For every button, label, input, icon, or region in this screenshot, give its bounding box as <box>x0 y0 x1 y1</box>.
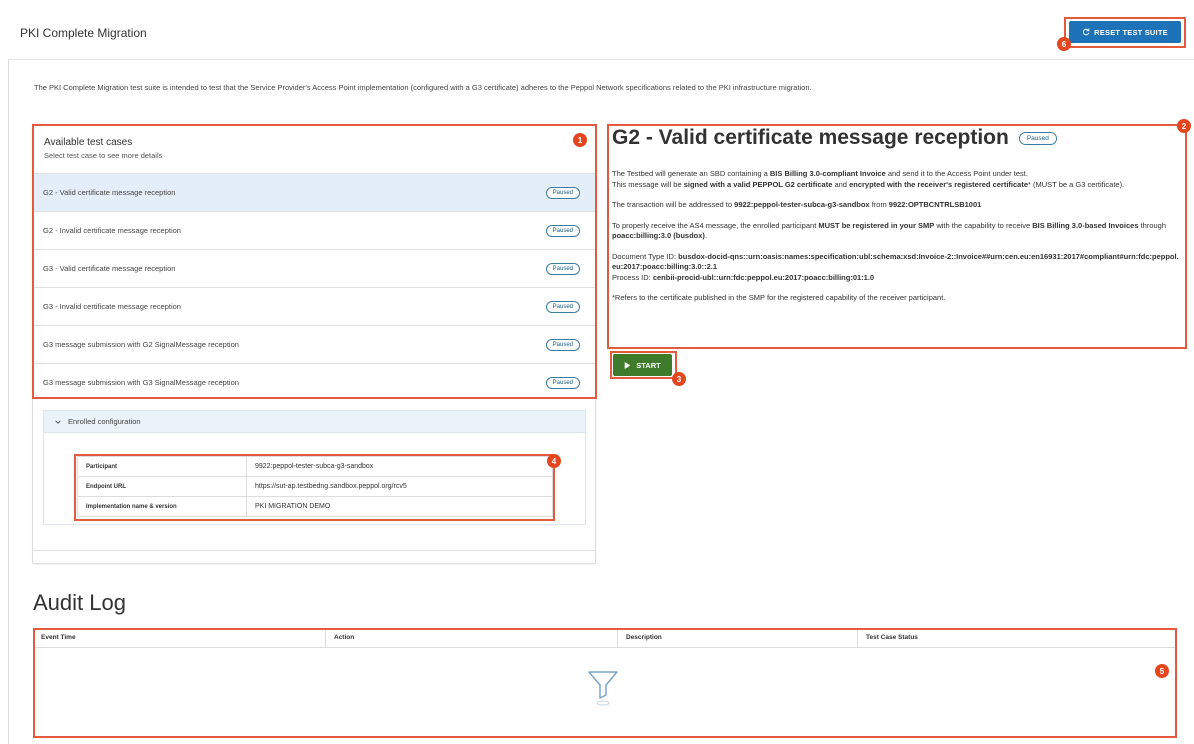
config-value: 9922:peppol-tester-subca-g3-sandbox <box>246 456 553 477</box>
table-row: Implementation name & version PKI MIGRATI… <box>77 496 553 517</box>
footnote: *Refers to the certificate published in … <box>612 293 946 302</box>
description-paragraph: The transaction will be addressed to 992… <box>612 200 982 209</box>
callout-badge-1: 1 <box>573 133 587 147</box>
panel-divider <box>33 550 596 551</box>
description-paragraph: Document Type ID: busdox-docid-qns::urn:… <box>612 251 1179 282</box>
callout-badge-6: 6 <box>1057 37 1071 51</box>
callout-badge-2: 2 <box>1177 119 1191 133</box>
test-case-row[interactable]: G2 - Valid certificate message reception… <box>33 173 596 211</box>
config-key: Implementation name & version <box>77 496 247 517</box>
test-cases-title: Available test cases <box>44 137 133 148</box>
audit-log-title: Audit Log <box>33 590 126 615</box>
status-badge: Paused <box>545 376 580 389</box>
column-header[interactable]: Description <box>618 630 858 647</box>
status-badge: Paused <box>545 262 580 275</box>
enrolled-configuration-title: Enrolled configuration <box>68 417 141 426</box>
description-paragraph: To properly receive the AS4 message, the… <box>612 220 1167 241</box>
test-case-row[interactable]: G3 - Invalid certificate message recepti… <box>33 287 596 325</box>
test-case-label: G3 - Valid certificate message reception <box>43 264 176 273</box>
play-icon <box>624 361 631 369</box>
enrolled-configuration-toggle[interactable]: Enrolled configuration <box>44 411 585 433</box>
test-case-label: G3 message submission with G3 SignalMess… <box>43 378 239 387</box>
callout-badge-3: 3 <box>672 372 686 386</box>
refresh-icon <box>1083 28 1090 36</box>
status-badge: Paused <box>545 338 580 351</box>
test-case-list: G2 - Valid certificate message reception… <box>33 173 596 401</box>
callout-badge-4: 4 <box>547 454 561 468</box>
page-header <box>8 8 1194 60</box>
audit-table-header: Event Time Action Description Test Case … <box>33 630 1176 648</box>
column-header[interactable]: Test Case Status <box>858 630 1176 647</box>
start-label: START <box>636 360 661 370</box>
detail-title-text: G2 - Valid certificate message reception <box>612 126 1009 149</box>
suite-description: The PKI Complete Migration test suite is… <box>34 83 812 92</box>
test-case-row[interactable]: G2 - Invalid certificate message recepti… <box>33 211 596 249</box>
test-case-label: G3 message submission with G2 SignalMess… <box>43 340 239 349</box>
test-case-row[interactable]: G3 - Valid certificate message reception… <box>33 249 596 287</box>
configuration-table: Participant 9922:peppol-tester-subca-g3-s… <box>77 456 553 517</box>
reset-test-suite-button[interactable]: RESET TEST SUITE <box>1069 21 1181 43</box>
column-header[interactable]: Event Time <box>33 630 326 647</box>
reset-label: RESET TEST SUITE <box>1094 27 1168 37</box>
column-header[interactable]: Action <box>326 630 618 647</box>
status-badge: Paused <box>1018 131 1057 145</box>
start-button[interactable]: START <box>613 354 672 376</box>
test-case-row[interactable]: G3 message submission with G2 SignalMess… <box>33 325 596 363</box>
test-case-detail-title: G2 - Valid certificate message reception… <box>612 126 1057 150</box>
test-case-row[interactable]: G3 message submission with G3 SignalMess… <box>33 363 596 401</box>
description-paragraph: The Testbed will generate an SBD contain… <box>612 169 1125 189</box>
test-case-label: G2 - Invalid certificate message recepti… <box>43 226 181 235</box>
status-badge: Paused <box>545 300 580 313</box>
test-case-label: G3 - Invalid certificate message recepti… <box>43 302 181 311</box>
test-case-description: The Testbed will generate an SBD contain… <box>612 169 1180 314</box>
test-case-label: G2 - Valid certificate message reception <box>43 188 176 197</box>
status-badge: Paused <box>545 224 580 237</box>
table-row: Endpoint URL https://sut-ap.testbedng.san… <box>77 476 553 497</box>
test-cases-subtitle: Select test case to see more details <box>44 151 163 160</box>
empty-filter-icon <box>588 671 618 706</box>
config-key: Endpoint URL <box>77 476 247 497</box>
config-key: Participant <box>77 456 247 477</box>
page-title: PKI Complete Migration <box>20 26 147 40</box>
status-badge: Paused <box>545 186 580 199</box>
config-value: https://sut-ap.testbedng.sandbox.peppol.… <box>246 476 553 497</box>
callout-badge-5: 5 <box>1155 664 1169 678</box>
chevron-down-icon <box>55 419 61 424</box>
config-value: PKI MIGRATION DEMO <box>246 496 553 517</box>
table-row: Participant 9922:peppol-tester-subca-g3-s… <box>77 456 553 477</box>
